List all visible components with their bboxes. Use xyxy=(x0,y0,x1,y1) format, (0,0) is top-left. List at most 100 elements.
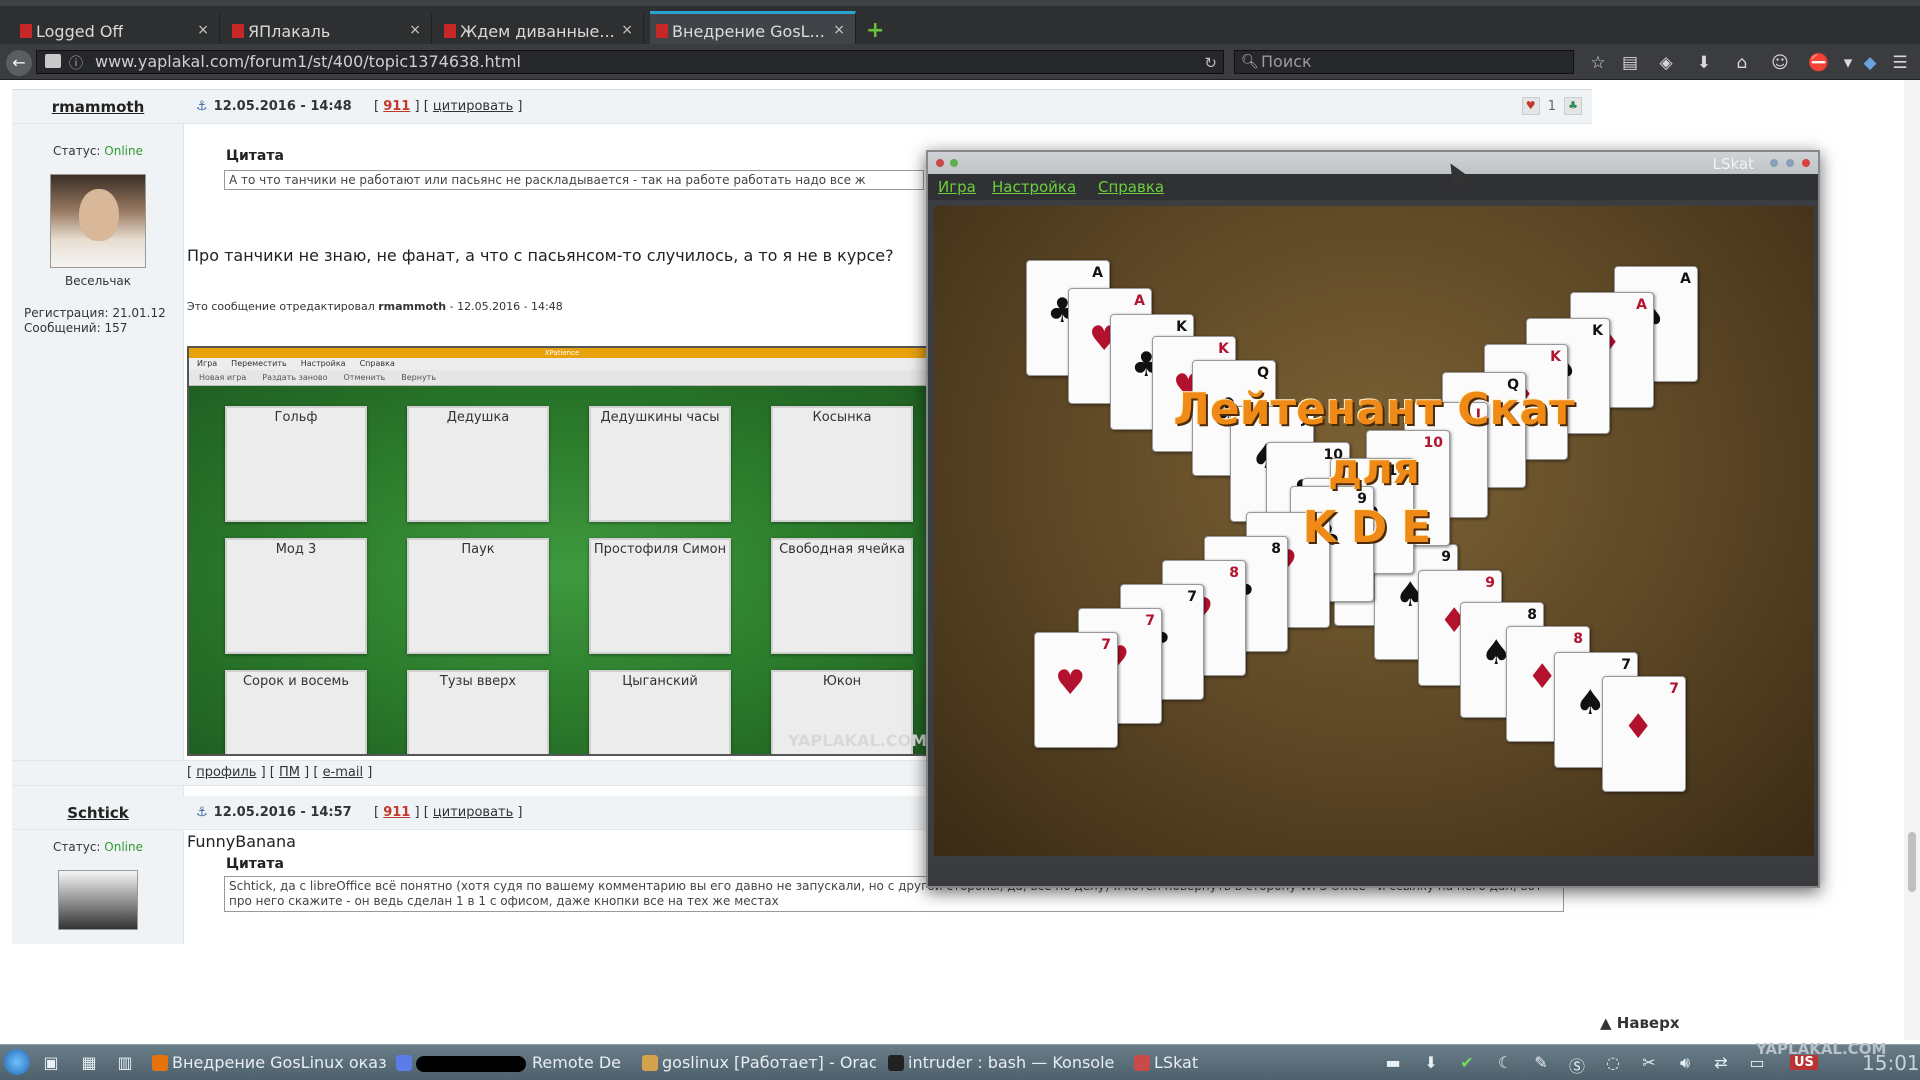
reload-icon[interactable]: ↻ xyxy=(1204,52,1217,74)
yaplakal-favicon-icon xyxy=(444,24,456,38)
xpatience-screenshot: XPatience Игра Переместить Настройка Справк… xyxy=(187,346,937,756)
game-thumb: Цыганский xyxy=(589,670,731,754)
site-identity-icon[interactable] xyxy=(45,54,61,68)
vote-count: 1 xyxy=(1547,98,1556,114)
menu-game[interactable]: Игра xyxy=(938,178,976,196)
download-tray-icon[interactable]: ⬇ xyxy=(1420,1053,1442,1073)
skype-icon[interactable]: Ⓢ xyxy=(1566,1053,1588,1076)
post-date: ⚓ 12.05.2016 - 14:48 xyxy=(196,99,352,114)
site-watermark: YAPLAKAL.COM xyxy=(1756,1040,1887,1058)
author-name[interactable]: rmammoth xyxy=(12,98,184,116)
url-text: www.yaplakal.com/forum1/st/400/topic1374… xyxy=(95,52,521,71)
reading-list-icon[interactable]: ▤ xyxy=(1620,53,1640,73)
tab-yaplakal[interactable]: ЯПлакаль × xyxy=(226,14,432,48)
author-name[interactable]: Schtick xyxy=(12,804,184,822)
clipboard-scissors-icon[interactable]: ✂ xyxy=(1638,1053,1660,1073)
quote-label: Цитата xyxy=(226,148,284,164)
playing-card[interactable]: 7 ♦ xyxy=(1602,676,1686,792)
task-konsole[interactable]: intruder : bash — Konsole xyxy=(886,1051,1122,1075)
profile-link[interactable]: профиль xyxy=(196,765,256,780)
tab-close-icon[interactable]: × xyxy=(833,22,845,38)
post-links: [ 911 ] [ цитировать ] xyxy=(374,805,523,820)
post-footer-links: [ профиль ] [ ПМ ] [ e-mail ] xyxy=(187,765,373,780)
xpatience-game-grid: Гольф Дедушка Дедушкины часы Косынка Мод… xyxy=(189,386,935,754)
tab-close-icon[interactable]: × xyxy=(621,22,633,38)
network-icon[interactable]: ⇄ xyxy=(1710,1053,1732,1073)
new-tab-button[interactable]: + xyxy=(866,18,884,43)
privacy-icon[interactable]: ◆ xyxy=(1860,53,1880,73)
menu-icon[interactable]: ☰ xyxy=(1890,53,1910,73)
playing-card[interactable]: 7♥ xyxy=(1034,632,1118,748)
game-thumb: Сорок и восемь xyxy=(225,670,367,754)
anchor-icon[interactable]: ⚓ xyxy=(196,99,208,114)
night-mode-icon[interactable]: ☾ xyxy=(1494,1053,1516,1073)
bookmark-star-icon[interactable]: ☆ xyxy=(1588,53,1608,73)
page-scrollbar[interactable] xyxy=(1904,80,1920,1040)
taskbar: ▣ ▦ ▥ Внедрение GosLinux оказ Remote De … xyxy=(0,1044,1920,1080)
maximize-icon[interactable] xyxy=(1786,159,1794,167)
avatar[interactable] xyxy=(58,870,138,930)
pm-link[interactable]: ПМ xyxy=(279,765,300,780)
minimize-icon[interactable] xyxy=(1770,159,1778,167)
lskat-menubar: Игра Настройка Справка xyxy=(928,174,1818,200)
post-number-link[interactable]: 911 xyxy=(383,99,410,114)
download-icon[interactable]: ⬇ xyxy=(1694,53,1714,73)
file-manager-icon[interactable]: ▥ xyxy=(114,1053,136,1073)
post-number-link[interactable]: 911 xyxy=(383,805,410,820)
author-info: Регистрация: 21.01.12 Сообщений: 157 xyxy=(24,306,166,336)
window-menu-icon[interactable] xyxy=(936,159,944,167)
author-status: Статус: Online xyxy=(53,144,143,158)
vote-up-icon[interactable]: ♣ xyxy=(1564,97,1582,115)
previous-post-footer xyxy=(12,80,1592,90)
display-icon[interactable]: ▬ xyxy=(1382,1053,1404,1073)
menu-settings[interactable]: Настройка xyxy=(992,178,1076,196)
avatar[interactable] xyxy=(50,174,146,268)
task-remote-desktop[interactable]: Remote De xyxy=(394,1051,624,1075)
close-icon[interactable] xyxy=(1802,159,1810,167)
info-icon[interactable]: ⓘ xyxy=(69,53,83,75)
pocket-icon[interactable]: ◈ xyxy=(1656,53,1676,73)
terminal-icon[interactable]: ▣ xyxy=(40,1053,62,1073)
back-button[interactable]: ← xyxy=(6,50,32,76)
avatar-caption: Весельчак xyxy=(64,274,132,288)
splash-title: Лейтенант Скат xyxy=(1173,384,1575,435)
menu-help[interactable]: Справка xyxy=(1098,178,1164,196)
tab-logged-off[interactable]: Logged Off × xyxy=(14,14,220,48)
email-link[interactable]: e-mail xyxy=(323,765,364,780)
cite-link[interactable]: цитировать xyxy=(433,805,513,820)
url-field[interactable]: ⓘ www.yaplakal.com/forum1/st/400/topic13… xyxy=(36,50,1224,74)
tab-waiting[interactable]: Ждем диванные... × xyxy=(438,14,644,48)
anchor-icon[interactable]: ⚓ xyxy=(196,805,208,820)
window-titlebar[interactable]: LSkat xyxy=(928,152,1818,174)
tab-close-icon[interactable]: × xyxy=(409,22,421,38)
image-watermark: YAPLAKAL.COM xyxy=(787,731,927,750)
lskat-window[interactable]: LSkat Игра Настройка Справка A ♣ A ♥ K ♣ K ♥… xyxy=(926,150,1820,888)
yaplakal-favicon-icon xyxy=(232,24,244,38)
lskat-game-board[interactable]: A♣ A♥ K♣ K♥ Q♣ J♠ 10♣ 10♦ 9♦ 9♠ 9♦ 8♠ 8♦… xyxy=(934,206,1814,856)
vote-down-icon[interactable]: ♥ xyxy=(1521,97,1540,115)
window-pin-icon[interactable] xyxy=(950,159,958,167)
quote-box: А то что танчики не работают или пасьянс… xyxy=(224,170,924,190)
task-lskat[interactable]: LSkat xyxy=(1132,1051,1272,1075)
home-icon[interactable]: ⌂ xyxy=(1732,53,1752,73)
xpatience-toolbar: Новая игра Раздать заново Отменить Вернуть xyxy=(189,370,935,386)
scrollbar-thumb[interactable] xyxy=(1908,832,1916,892)
tab-close-icon[interactable]: × xyxy=(197,22,209,38)
image-viewer-icon[interactable]: ▦ xyxy=(78,1053,100,1073)
notifications-icon[interactable]: ◌ xyxy=(1602,1053,1624,1073)
check-icon[interactable]: ✔ xyxy=(1456,1053,1478,1073)
extension-icon[interactable]: ▾ xyxy=(1838,53,1858,73)
app-launcher-icon[interactable] xyxy=(4,1049,30,1075)
cite-link[interactable]: цитировать xyxy=(433,99,513,114)
yaplakal-favicon-icon xyxy=(656,24,668,38)
volume-icon[interactable]: 🔊︎ xyxy=(1674,1053,1696,1073)
back-to-top-link[interactable]: ▲ Наверх xyxy=(1600,1014,1680,1032)
task-virtualbox[interactable]: goslinux [Работает] - Orac xyxy=(640,1051,876,1075)
chat-icon[interactable]: ☺ xyxy=(1770,53,1790,73)
tab-goslinux-active[interactable]: Внедрение GosL... × xyxy=(650,11,856,48)
notes-icon[interactable]: ✎ xyxy=(1530,1053,1552,1073)
adblock-icon[interactable]: ⛔ xyxy=(1808,53,1829,73)
search-input[interactable]: 🔍︎ Поиск xyxy=(1234,50,1574,74)
task-browser[interactable]: Внедрение GosLinux оказ xyxy=(150,1051,386,1075)
game-thumb: Простофиля Симон xyxy=(589,538,731,654)
